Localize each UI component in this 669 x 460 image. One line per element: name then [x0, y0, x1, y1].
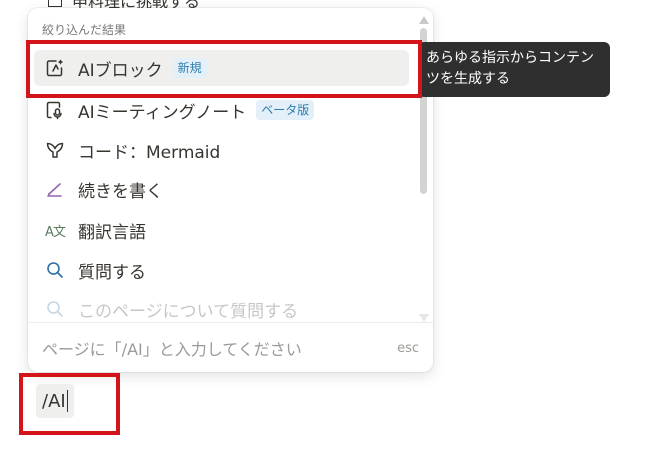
menu-item-label: AIミーティングノート	[78, 102, 247, 123]
menu-item-label: このページについて質問する	[78, 301, 299, 322]
menu-item-label: 質問する	[78, 262, 146, 283]
menu-divider	[28, 322, 433, 323]
translate-icon: A文	[45, 224, 66, 240]
text-caret	[66, 390, 68, 412]
menu-header: 絞り込んだ結果	[42, 23, 127, 37]
search-icon	[44, 298, 66, 320]
new-badge: 新規	[172, 58, 207, 78]
menu-footer: ページに「/AI」と入力してください esc	[42, 336, 419, 360]
menu-item-label: 翻訳言語	[78, 222, 146, 243]
ai-block-tooltip: あらゆる指示からコンテンツを生成する	[418, 42, 610, 97]
menu-item-ai-meeting-notes[interactable]: AIミーティングノート ベータ版	[34, 92, 409, 128]
menu-item-ask-question[interactable]: 質問する	[34, 252, 409, 288]
menu-item-label: コード：Mermaid	[78, 142, 221, 163]
scroll-down-arrow-icon[interactable]	[419, 314, 429, 322]
menu-item-continue-writing[interactable]: 続きを書く	[34, 171, 409, 207]
mermaid-icon	[44, 139, 66, 161]
menu-item-translate[interactable]: A文 翻訳言語	[34, 212, 409, 248]
todo-checkbox[interactable]	[48, 0, 62, 7]
menu-item-label: 続きを書く	[78, 181, 163, 202]
typed-text: /AI	[42, 390, 66, 412]
scroll-up-arrow-icon[interactable]	[419, 16, 429, 24]
ai-block-icon	[44, 57, 66, 79]
menu-item-ai-block[interactable]: AIブロック 新規	[34, 50, 409, 86]
pen-icon	[44, 178, 66, 200]
beta-badge: ベータ版	[256, 100, 315, 120]
menu-item-label: AIブロック	[78, 60, 163, 81]
footer-hint: ページに「/AI」と入力してください	[42, 340, 302, 359]
esc-hint[interactable]: esc	[397, 341, 419, 356]
menu-item-code-mermaid[interactable]: コード：Mermaid	[34, 132, 409, 168]
slash-command-input[interactable]: /AI	[36, 384, 74, 418]
slash-command-menu: 絞り込んだ結果 AIブロック 新規 AIミーティングノート ベータ版 コード：M…	[28, 8, 433, 372]
search-icon	[44, 259, 66, 281]
meeting-notes-icon	[44, 99, 66, 121]
